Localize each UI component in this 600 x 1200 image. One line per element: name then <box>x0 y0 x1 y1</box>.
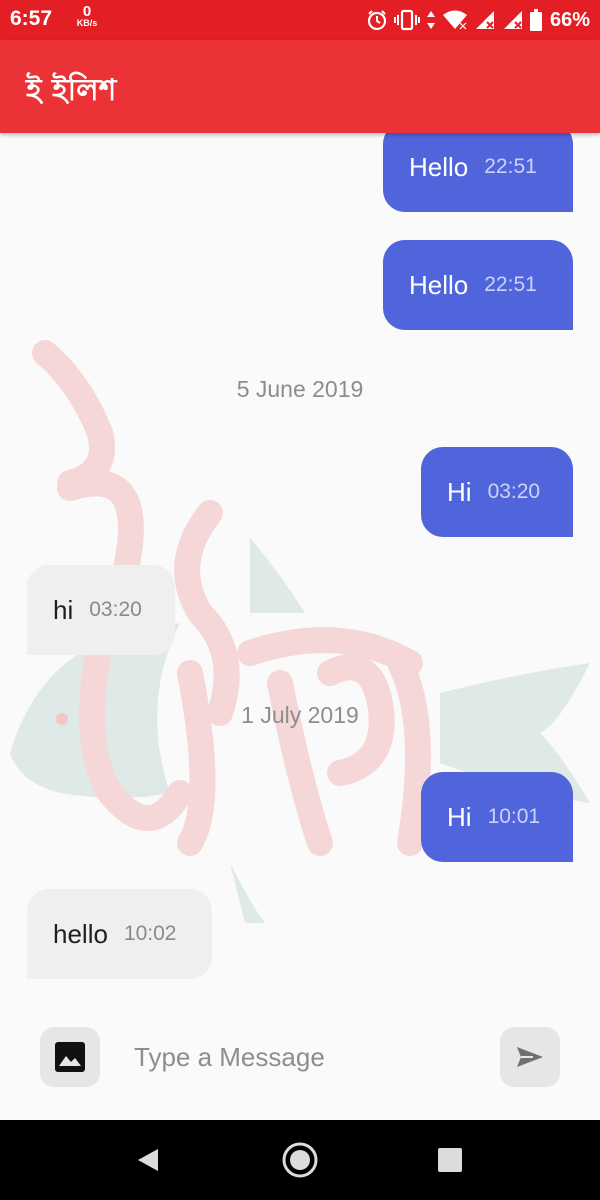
message-text: Hello <box>409 269 469 300</box>
message-bubble-outgoing[interactable]: Hello 22:51 <box>383 133 573 212</box>
message-bubble-outgoing[interactable]: Hi 03:20 <box>421 447 573 537</box>
network-speed-unit: KB/s <box>76 18 98 28</box>
send-button[interactable] <box>500 1027 560 1087</box>
battery-icon <box>529 9 542 31</box>
message-text: hi <box>53 594 74 625</box>
recents-square-icon <box>438 1148 462 1172</box>
alarm-icon <box>366 9 388 31</box>
vibrate-icon <box>393 9 420 31</box>
image-icon <box>55 1042 85 1072</box>
battery-percentage: 66% <box>549 8 590 31</box>
signal-icon <box>474 9 496 31</box>
message-input[interactable] <box>120 1031 480 1083</box>
network-speed-value: 0 <box>82 3 92 20</box>
message-time: 10:02 <box>123 922 177 945</box>
message-bubble-outgoing[interactable]: Hello 22:51 <box>383 240 573 330</box>
message-bubble-incoming[interactable]: hi 03:20 <box>27 565 175 655</box>
message-bubble-incoming[interactable]: hello 10:02 <box>27 889 212 979</box>
status-bar: 6:57 0 KB/s 66% <box>0 0 600 40</box>
signal-icon <box>502 9 524 31</box>
message-bubble-outgoing[interactable]: Hi 10:01 <box>421 772 573 862</box>
app-bar: ই ইলিশ <box>0 40 600 133</box>
date-separator: 1 July 2019 <box>241 702 359 728</box>
home-circle-icon <box>282 1142 318 1178</box>
back-triangle-icon <box>138 1149 158 1171</box>
attach-image-button[interactable] <box>40 1027 100 1087</box>
status-icons: 66% <box>366 6 590 34</box>
message-input-bar <box>0 1013 600 1120</box>
navigation-bar <box>0 1120 600 1200</box>
app-title: ই ইলিশ <box>26 73 117 108</box>
back-button[interactable] <box>128 1140 168 1180</box>
network-speed: 0 KB/s <box>73 4 101 28</box>
recents-button[interactable] <box>430 1140 470 1180</box>
message-time: 03:20 <box>487 480 541 503</box>
wifi-icon <box>442 9 468 31</box>
message-text: hello <box>53 918 108 949</box>
message-text: Hi <box>447 801 472 832</box>
send-icon <box>517 1047 543 1067</box>
message-text: Hello <box>409 151 469 182</box>
status-time: 6:57 <box>10 7 53 30</box>
chat-area[interactable]: Hello 22:51 Hello 22:51 5 June 2019 Hi 0… <box>0 133 600 1013</box>
message-time: 22:51 <box>484 155 537 178</box>
home-button[interactable] <box>280 1140 320 1180</box>
data-arrows-icon <box>426 9 436 31</box>
message-text: Hi <box>447 476 472 507</box>
date-separator: 5 June 2019 <box>236 376 364 402</box>
message-time: 22:51 <box>484 273 537 296</box>
message-time: 10:01 <box>487 805 541 828</box>
message-time: 03:20 <box>89 598 142 621</box>
